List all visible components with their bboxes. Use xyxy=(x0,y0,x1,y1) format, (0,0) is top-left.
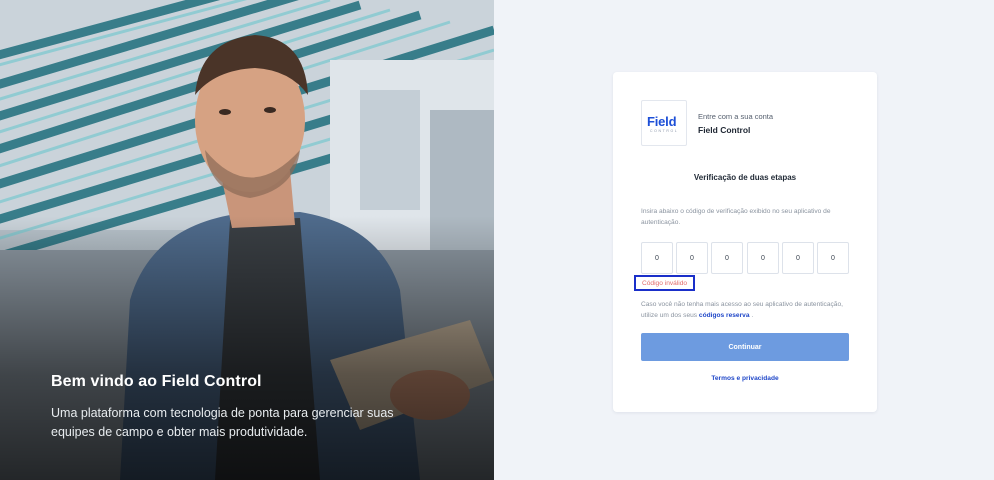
error-highlight: Código inválido xyxy=(634,275,695,291)
logo-subtext: CONTROL xyxy=(650,129,679,133)
hero-subtitle: Uma plataforma com tecnologia de ponta p… xyxy=(51,406,394,439)
brand-name: Field Control xyxy=(698,125,751,135)
backup-codes-link[interactable]: códigos reserva xyxy=(699,312,750,319)
code-digit-6[interactable] xyxy=(817,242,849,274)
terms-privacy-link[interactable]: Termos e privacidade xyxy=(613,375,877,382)
code-digit-4[interactable] xyxy=(747,242,779,274)
code-digit-5[interactable] xyxy=(782,242,814,274)
field-control-logo: Field CONTROL xyxy=(641,100,687,146)
hero-panel: Bem vindo ao Field Control Uma plataform… xyxy=(0,0,494,480)
verification-card: Field CONTROL Entre com a sua conta Fiel… xyxy=(613,72,877,412)
verification-instructions: Insira abaixo o código de verificação ex… xyxy=(641,208,831,226)
code-digit-1[interactable] xyxy=(641,242,673,274)
error-message: Código inválido xyxy=(642,280,688,287)
verification-title: Verificação de duas etapas xyxy=(693,173,797,182)
logo-text: Field xyxy=(647,114,677,129)
code-digit-3[interactable] xyxy=(711,242,743,274)
backup-codes-help: Caso você não tenha mais acesso ao seu a… xyxy=(641,299,853,321)
help-suffix: . xyxy=(751,312,754,319)
continue-button[interactable]: Continuar xyxy=(641,333,849,361)
code-digit-2[interactable] xyxy=(676,242,708,274)
brand-caption: Entre com a sua conta xyxy=(698,112,774,121)
hero-title: Bem vindo ao Field Control xyxy=(51,373,262,390)
code-inputs xyxy=(641,242,849,274)
